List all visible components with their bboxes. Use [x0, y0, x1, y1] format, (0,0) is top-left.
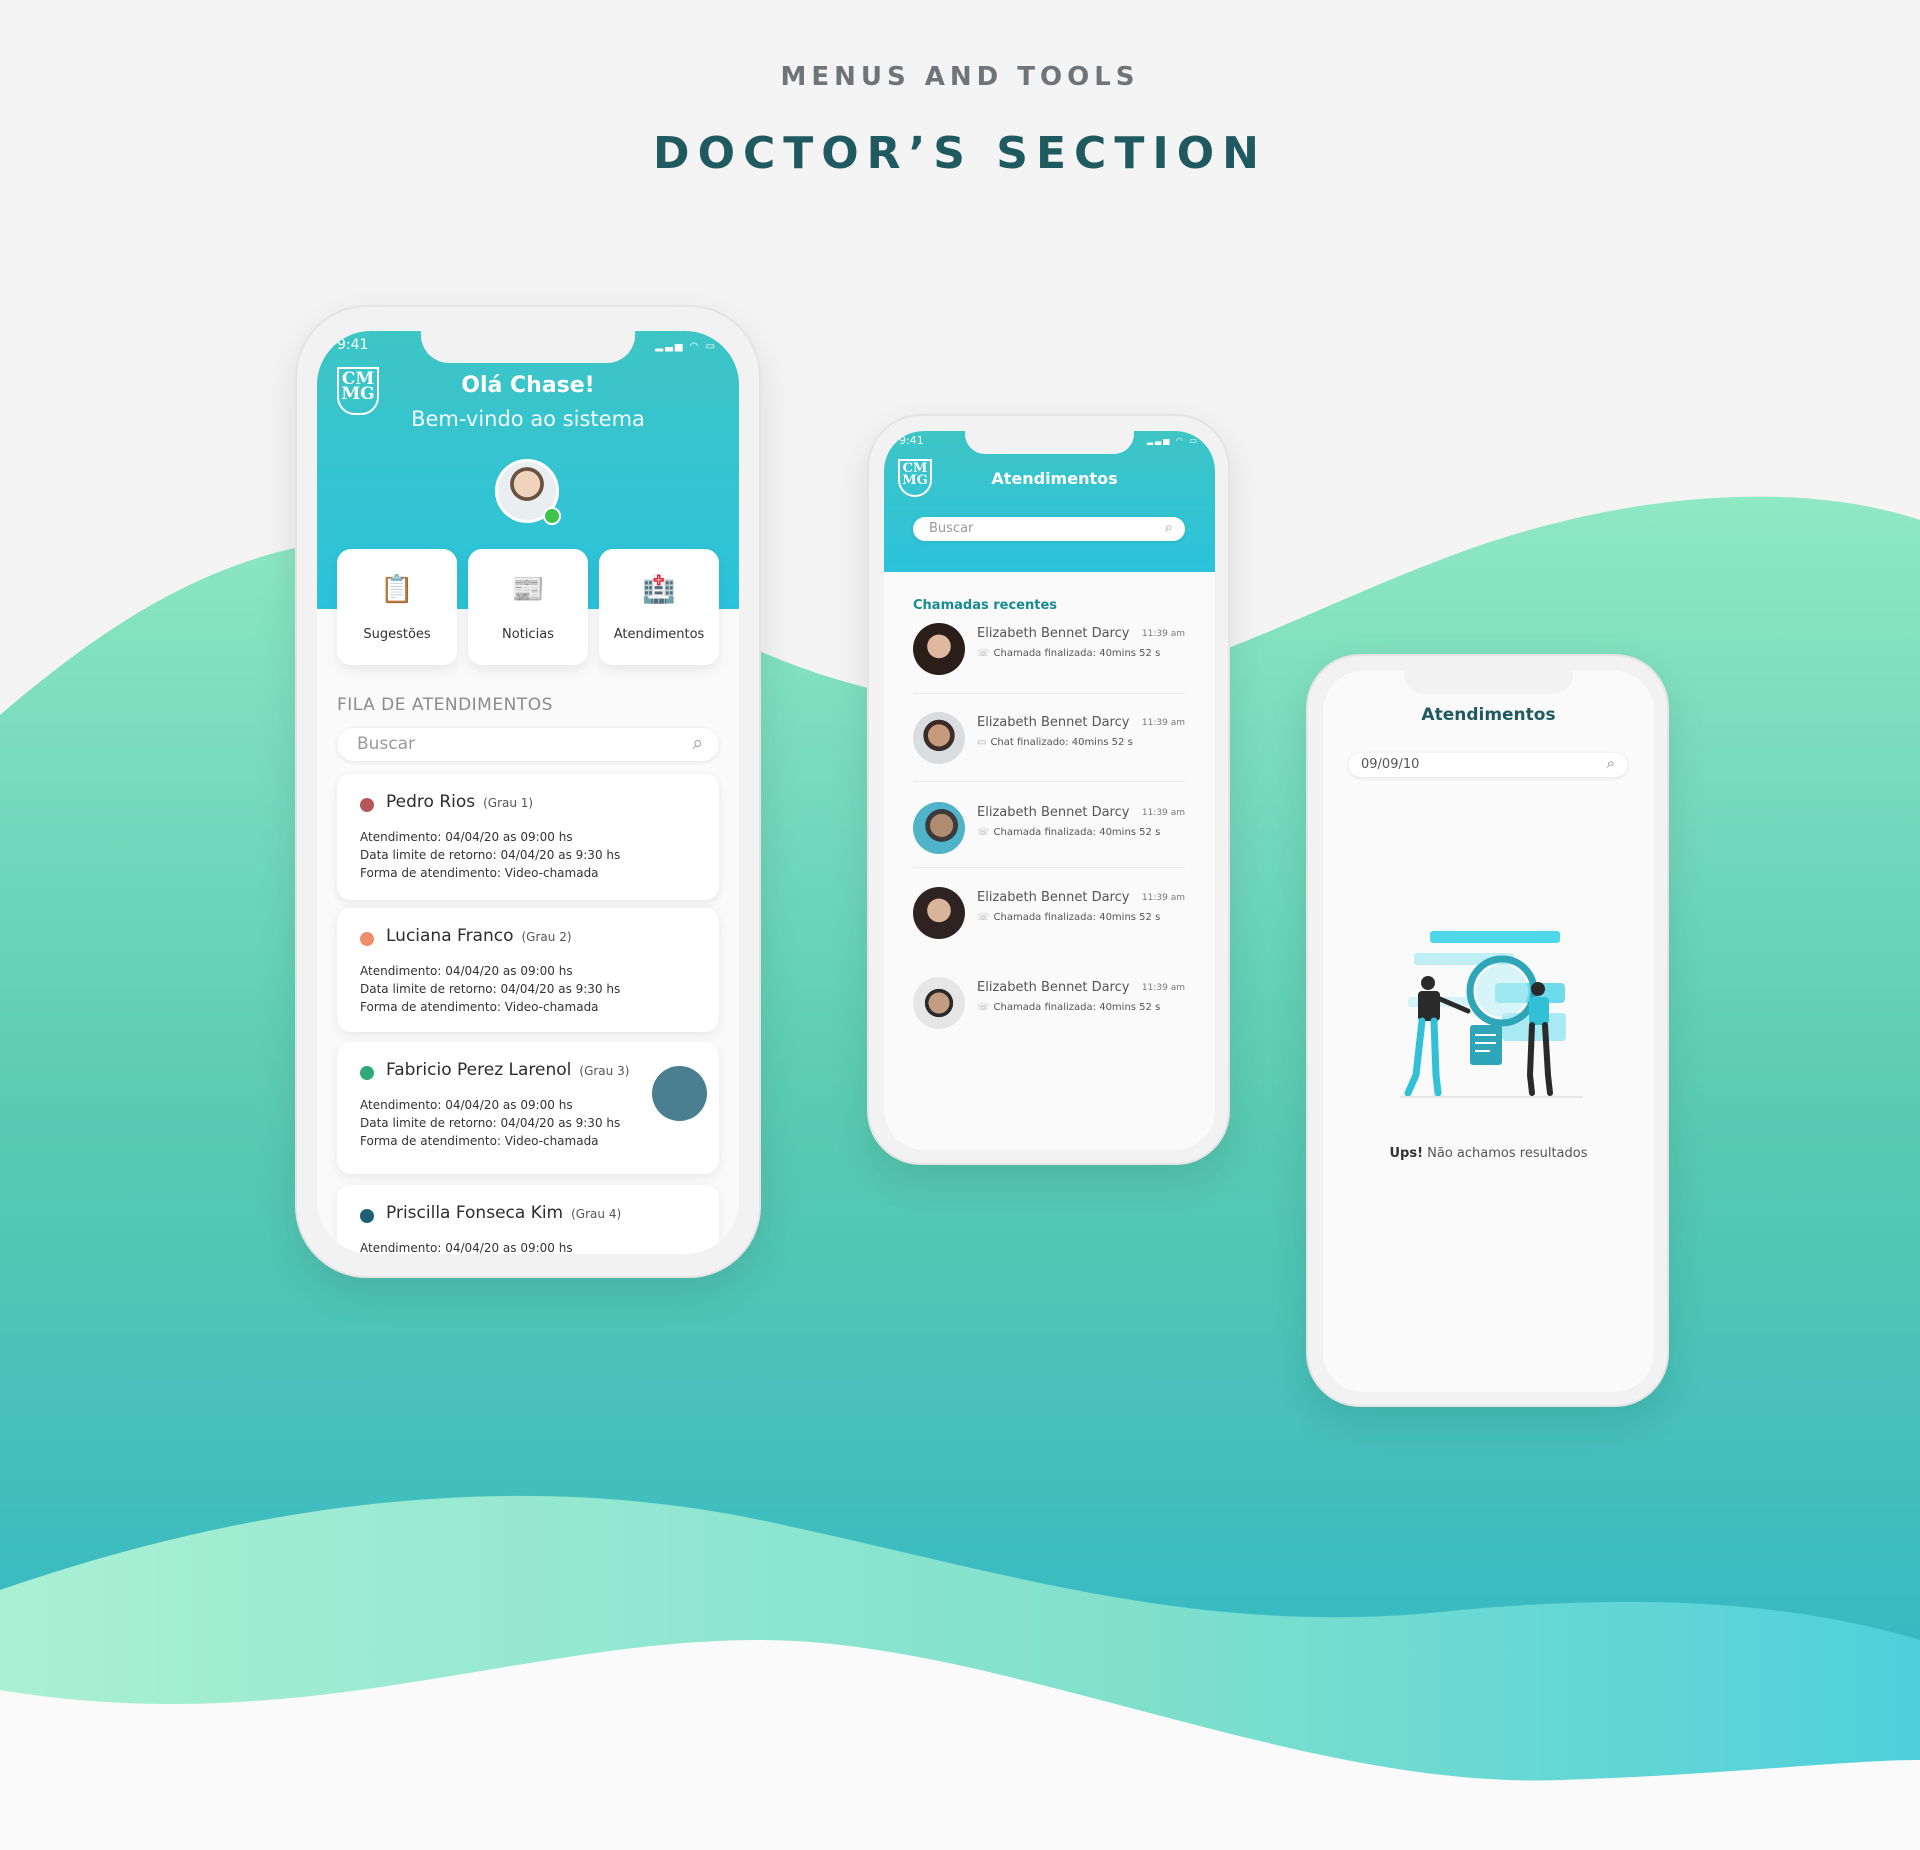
avatar	[913, 712, 965, 764]
empty-title: Ups!	[1389, 1146, 1424, 1161]
calls-search-input[interactable]: Buscar ⌕	[913, 517, 1185, 541]
greeting: Olá Chase!	[461, 373, 595, 398]
divider	[913, 867, 1185, 868]
caller-name: Elizabeth Bennet Darcy	[977, 890, 1130, 905]
section-label: MENUS AND TOOLS	[780, 62, 1140, 92]
mode-line: Forma de atendimento: Video-chamada	[360, 1134, 599, 1148]
page-title: Atendimentos	[1421, 705, 1556, 725]
tile-label: Atendimentos	[613, 627, 705, 642]
appointment-line: Atendimento: 04/04/20 as 09:00 hs	[360, 1241, 573, 1254]
phone-icon: ☏	[977, 827, 990, 838]
avatar	[913, 623, 965, 675]
status-time: 9:41	[337, 337, 369, 353]
section-title: DOCTOR’S SECTION	[653, 128, 1267, 179]
patient-name: Fabricio Perez Larenol (Grau 3)	[386, 1060, 630, 1080]
page-title: Atendimentos	[991, 469, 1118, 488]
call-time: 11:39 am	[1141, 893, 1185, 903]
call-row[interactable]: Elizabeth Bennet Darcy 11:39 am ☏ Chamada…	[913, 617, 1185, 689]
caller-name: Elizabeth Bennet Darcy	[977, 626, 1130, 641]
deadline-line: Data limite de retorno: 04/04/20 as 9:30…	[360, 848, 621, 862]
caller-name: Elizabeth Bennet Darcy	[977, 715, 1130, 730]
call-status: ☏ Chamada finalizada: 40mins 52 s	[977, 648, 1161, 659]
search-value: 09/09/10	[1361, 757, 1420, 772]
mode-line: Forma de atendimento: Video-chamada	[360, 866, 599, 880]
phone-empty-search: Atendimentos 09/09/10 ⌕ Ups! Não achamos…	[1306, 654, 1669, 1407]
phone-home: 9:41 ▂▃▅ ◠ ▭ CM MG Olá Chase! Bem-vindo a…	[295, 305, 761, 1278]
avatar	[913, 977, 965, 1029]
caller-name: Elizabeth Bennet Darcy	[977, 980, 1130, 995]
caller-name: Elizabeth Bennet Darcy	[977, 805, 1130, 820]
priority-dot	[360, 798, 374, 812]
clipboard-icon: 📋	[380, 574, 414, 605]
calls-screen: 9:41 ▂▃▅ ◠ ▭ CM MG Atendimentos Buscar ⌕ …	[884, 431, 1215, 1150]
tile-noticias[interactable]: 📰 Noticias	[468, 549, 588, 665]
priority-dot	[360, 932, 374, 946]
patient-name: Pedro Rios (Grau 1)	[386, 792, 534, 812]
phone-icon: ☏	[977, 648, 990, 659]
tile-label: Noticias	[502, 627, 554, 642]
mode-line: Forma de atendimento: Video-chamada	[360, 1000, 599, 1014]
notch	[1404, 671, 1573, 694]
status-time: 9:41	[899, 434, 924, 447]
search-icon[interactable]: ⌕	[1607, 754, 1615, 772]
call-time: 11:39 am	[1141, 983, 1185, 993]
home-screen: 9:41 ▂▃▅ ◠ ▭ CM MG Olá Chase! Bem-vindo a…	[317, 331, 739, 1254]
newspaper-icon: 📰	[511, 574, 545, 605]
search-icon[interactable]: ⌕	[1165, 518, 1173, 536]
call-status: ☏ Chamada finalizada: 40mins 52 s	[977, 827, 1161, 838]
welcome-text: Bem-vindo ao sistema	[411, 407, 645, 431]
status-icons: ▂▃▅ ◠ ▭	[1146, 436, 1199, 445]
recent-calls-title: Chamadas recentes	[913, 598, 1058, 613]
online-status-dot	[543, 507, 561, 525]
phone-icon: ☏	[977, 912, 990, 923]
status-icons: ▂▃▅ ◠ ▭	[655, 341, 717, 352]
call-status: ▭ Chat finalizado: 40mins 52 s	[977, 737, 1133, 748]
call-row[interactable]: Elizabeth Bennet Darcy 11:39 am ☏ Chamada…	[913, 971, 1185, 1043]
queue-title: FILA DE ATENDIMENTOS	[337, 695, 553, 715]
tile-atendimentos[interactable]: 🏥 Atendimentos	[599, 549, 719, 665]
search-icon[interactable]: ⌕	[692, 732, 703, 754]
appointment-line: Atendimento: 04/04/20 as 09:00 hs	[360, 1098, 573, 1112]
search-placeholder: Buscar	[357, 734, 416, 754]
tile-label: Sugestões	[363, 627, 431, 642]
notch	[965, 431, 1134, 454]
tile-sugestoes[interactable]: 📋 Sugestões	[337, 549, 457, 665]
empty-screen: Atendimentos 09/09/10 ⌕ Ups! Não achamos…	[1323, 671, 1654, 1392]
search-placeholder: Buscar	[929, 521, 974, 536]
queue-card[interactable]: Luciana Franco (Grau 2) Atendimento: 04/0…	[337, 908, 719, 1032]
queue-card[interactable]: Pedro Rios (Grau 1) Atendimento: 04/04/20…	[337, 774, 719, 900]
call-row[interactable]: Elizabeth Bennet Darcy 11:39 am ☏ Chamada…	[913, 796, 1185, 868]
phone-recent-calls: 9:41 ▂▃▅ ◠ ▭ CM MG Atendimentos Buscar ⌕ …	[867, 414, 1230, 1165]
chat-icon: ▭	[977, 737, 987, 748]
hospital-icon: 🏥	[642, 574, 676, 605]
call-row[interactable]: Elizabeth Bennet Darcy 11:39 am ☏ Chamada…	[913, 881, 1185, 953]
floating-action-button[interactable]	[652, 1066, 707, 1121]
phone-icon: ☏	[977, 1002, 990, 1013]
deadline-line: Data limite de retorno: 04/04/20 as 9:30…	[360, 982, 621, 996]
date-search-input[interactable]: 09/09/10 ⌕	[1349, 753, 1627, 777]
call-time: 11:39 am	[1141, 629, 1185, 639]
call-time: 11:39 am	[1141, 718, 1185, 728]
priority-dot	[360, 1066, 374, 1080]
call-status: ☏ Chamada finalizada: 40mins 52 s	[977, 1002, 1161, 1013]
appointment-line: Atendimento: 04/04/20 as 09:00 hs	[360, 830, 573, 844]
empty-text: Não achamos resultados	[1427, 1146, 1588, 1161]
divider	[913, 781, 1185, 782]
avatar	[913, 802, 965, 854]
notch	[421, 331, 635, 363]
patient-name: Priscilla Fonseca Kim (Grau 4)	[386, 1203, 622, 1223]
queue-card[interactable]: Priscilla Fonseca Kim (Grau 4) Atendiment…	[337, 1185, 719, 1254]
patient-name: Luciana Franco (Grau 2)	[386, 926, 572, 946]
queue-search-input[interactable]: Buscar ⌕	[337, 728, 719, 761]
call-status: ☏ Chamada finalizada: 40mins 52 s	[977, 912, 1161, 923]
priority-dot	[360, 1209, 374, 1223]
divider	[913, 693, 1185, 694]
appointment-line: Atendimento: 04/04/20 as 09:00 hs	[360, 964, 573, 978]
avatar	[913, 887, 965, 939]
no-results-illustration	[1400, 931, 1582, 1098]
deadline-line: Data limite de retorno: 04/04/20 as 9:30…	[360, 1116, 621, 1130]
call-row[interactable]: Elizabeth Bennet Darcy 11:39 am ▭ Chat fi…	[913, 706, 1185, 778]
empty-message: Ups! Não achamos resultados	[1323, 1146, 1654, 1161]
call-time: 11:39 am	[1141, 808, 1185, 818]
